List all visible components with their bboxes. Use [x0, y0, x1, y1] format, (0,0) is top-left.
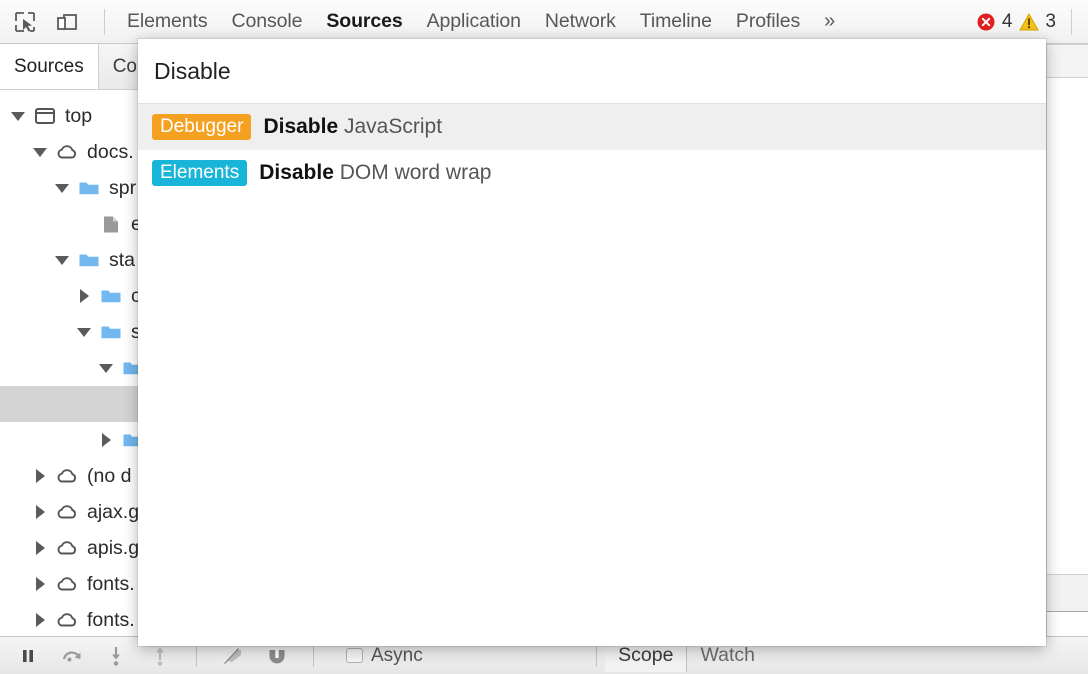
- async-checkbox-row[interactable]: Async: [346, 645, 423, 667]
- tab-application[interactable]: Application: [415, 6, 533, 37]
- chevron-right-icon[interactable]: [74, 286, 94, 306]
- panel-divider-second: [1047, 77, 1088, 78]
- command-search-input[interactable]: [152, 58, 1032, 85]
- chevron-down-icon[interactable]: [52, 250, 72, 270]
- toolbar-icon-group: [0, 7, 111, 37]
- command-item-label: Disable JavaScript: [263, 115, 442, 139]
- debugger-controls: Async: [0, 643, 423, 669]
- file-icon: [97, 212, 125, 236]
- command-item[interactable]: Elements Disable DOM word wrap: [138, 150, 1046, 196]
- tree-node-label: (no d: [87, 465, 131, 488]
- command-item[interactable]: Debugger Disable JavaScript: [138, 104, 1046, 150]
- tree-spacer: [74, 214, 94, 234]
- async-checkbox[interactable]: [346, 648, 363, 663]
- folder-icon: [75, 176, 103, 200]
- folder-icon: [97, 320, 125, 344]
- pause-icon[interactable]: [14, 643, 42, 669]
- cloud-icon: [53, 536, 81, 560]
- error-count: 4: [1002, 11, 1013, 33]
- chevron-right-icon[interactable]: [96, 430, 116, 450]
- cloud-icon: [53, 464, 81, 488]
- more-tabs-chevron-icon[interactable]: »: [812, 8, 847, 35]
- tab-elements[interactable]: Elements: [115, 6, 220, 37]
- debugger-divider-2: [313, 645, 314, 667]
- command-category-tag: Elements: [152, 160, 247, 187]
- pause-on-exceptions-icon[interactable]: [263, 643, 291, 669]
- chevron-right-icon[interactable]: [30, 502, 50, 522]
- async-label: Async: [371, 645, 423, 667]
- command-category-tag: Debugger: [152, 114, 251, 141]
- panel-header-block: [1047, 45, 1088, 77]
- tree-node-label: fonts.: [87, 573, 135, 596]
- warning-count: 3: [1045, 11, 1056, 33]
- debugger-sidebar-panel: [1046, 44, 1088, 636]
- toolbar-right-divider: [1071, 9, 1072, 35]
- step-out-icon[interactable]: [146, 643, 174, 669]
- tree-node-label: apis.g: [87, 537, 139, 560]
- error-icon: [976, 12, 996, 32]
- folder-icon: [97, 284, 125, 308]
- main-toolbar: Elements Console Sources Application Net…: [0, 0, 1088, 44]
- cloud-icon: [53, 608, 81, 632]
- panel-divider-section: [1047, 574, 1088, 575]
- debugger-tabs-divider: [596, 645, 597, 667]
- devtools-window: Elements Console Sources Application Net…: [0, 0, 1088, 674]
- tree-node-label: ajax.g: [87, 501, 139, 524]
- chevron-down-icon[interactable]: [96, 358, 116, 378]
- chevron-down-icon[interactable]: [74, 322, 94, 342]
- device-toolbar-icon[interactable]: [52, 7, 82, 37]
- tree-node-label: spr: [109, 177, 136, 200]
- tree-node-label: fonts.: [87, 609, 135, 632]
- command-input-row: [138, 39, 1046, 104]
- tab-timeline[interactable]: Timeline: [628, 6, 724, 37]
- panel-section-block: [1047, 575, 1088, 611]
- chevron-right-icon[interactable]: [30, 538, 50, 558]
- command-item-match: Disable: [263, 115, 338, 138]
- frame-icon: [31, 104, 59, 128]
- toolbar-status-group: 4 3: [976, 9, 1088, 35]
- warning-badge[interactable]: 3: [1019, 11, 1056, 33]
- chevron-right-icon[interactable]: [30, 574, 50, 594]
- deactivate-breakpoints-icon[interactable]: [219, 643, 247, 669]
- error-badge[interactable]: 4: [976, 11, 1013, 33]
- command-menu-dialog: Debugger Disable JavaScript Elements Disabl…: [138, 39, 1046, 646]
- tree-node-label: sta: [109, 249, 135, 272]
- cloud-icon: [53, 140, 81, 164]
- command-item-label: Disable DOM word wrap: [259, 161, 491, 185]
- folder-icon: [75, 248, 103, 272]
- command-item-rest: JavaScript: [338, 115, 442, 138]
- inspect-element-icon[interactable]: [10, 7, 40, 37]
- cloud-icon: [53, 572, 81, 596]
- tab-network[interactable]: Network: [533, 6, 628, 37]
- chevron-down-icon[interactable]: [8, 106, 28, 126]
- warning-icon: [1019, 12, 1039, 32]
- step-over-icon[interactable]: [58, 643, 86, 669]
- tab-profiles[interactable]: Profiles: [724, 6, 812, 37]
- debugger-divider-1: [196, 645, 197, 667]
- command-results-list: Debugger Disable JavaScript Elements Disabl…: [138, 104, 1046, 646]
- chevron-right-icon[interactable]: [30, 466, 50, 486]
- chevron-right-icon[interactable]: [30, 610, 50, 630]
- cloud-icon: [53, 500, 81, 524]
- navigator-tab-sources[interactable]: Sources: [0, 44, 99, 89]
- chevron-down-icon[interactable]: [30, 142, 50, 162]
- tab-console[interactable]: Console: [220, 6, 315, 37]
- panel-divider-strong: [1047, 611, 1088, 612]
- tree-spacer: [96, 394, 116, 414]
- toolbar-divider: [104, 9, 105, 35]
- tree-node-label: docs.: [87, 141, 134, 164]
- panel-tabs: Elements Console Sources Application Net…: [115, 6, 847, 37]
- command-item-match: Disable: [259, 161, 334, 184]
- tree-node-label: top: [65, 105, 92, 128]
- step-into-icon[interactable]: [102, 643, 130, 669]
- chevron-down-icon[interactable]: [52, 178, 72, 198]
- command-item-rest: DOM word wrap: [334, 161, 492, 184]
- tab-sources[interactable]: Sources: [314, 6, 414, 37]
